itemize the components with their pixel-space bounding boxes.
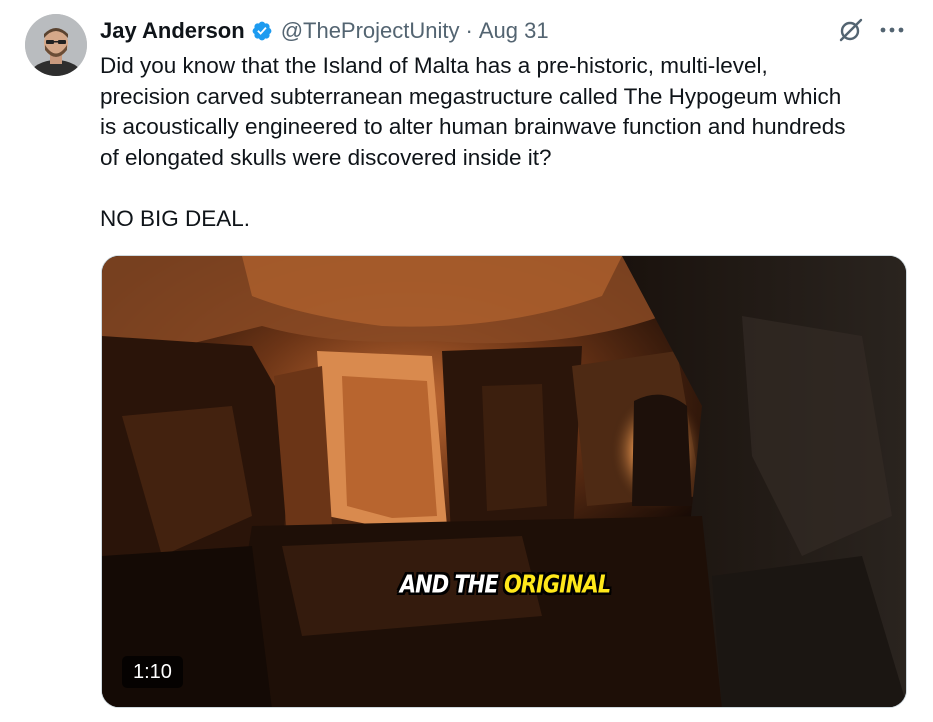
tweet-header: Jay Anderson @TheProjectUnity · Aug 31 <box>100 17 549 45</box>
grok-icon[interactable] <box>838 17 864 43</box>
video-caption: AND THE ORIGINAL <box>102 569 906 599</box>
tweet-date[interactable]: Aug 31 <box>479 18 549 44</box>
tweet-text-tail: NO BIG DEAL. <box>100 205 251 231</box>
video-duration-badge: 1:10 <box>122 656 183 688</box>
tweet-text-line: Did you know that the Island of Malta ha… <box>100 53 768 78</box>
tweet-text-line: is acoustically engineered to alter huma… <box>100 114 846 139</box>
caption-highlight: ORIGINAL <box>504 569 611 599</box>
tweet-text-line: precision carved subterranean megastruct… <box>100 83 842 109</box>
author-name[interactable]: Jay Anderson <box>100 18 245 44</box>
date-separator: · <box>465 18 473 43</box>
tweet-text: Did you know that the Island of Malta ha… <box>100 51 920 234</box>
avatar[interactable] <box>25 14 87 76</box>
tweet-text-line: of elongated skulls were discovered insi… <box>100 144 552 170</box>
video-frame <box>102 256 906 707</box>
verified-badge-icon[interactable] <box>251 20 273 42</box>
caption-white: AND THE <box>399 569 499 599</box>
author-handle[interactable]: @TheProjectUnity <box>281 18 460 44</box>
video-player[interactable]: AND THE ORIGINAL 1:10 <box>101 255 907 708</box>
tweet[interactable]: Jay Anderson @TheProjectUnity · Aug 31 D… <box>0 0 933 722</box>
more-icon[interactable] <box>878 18 906 42</box>
